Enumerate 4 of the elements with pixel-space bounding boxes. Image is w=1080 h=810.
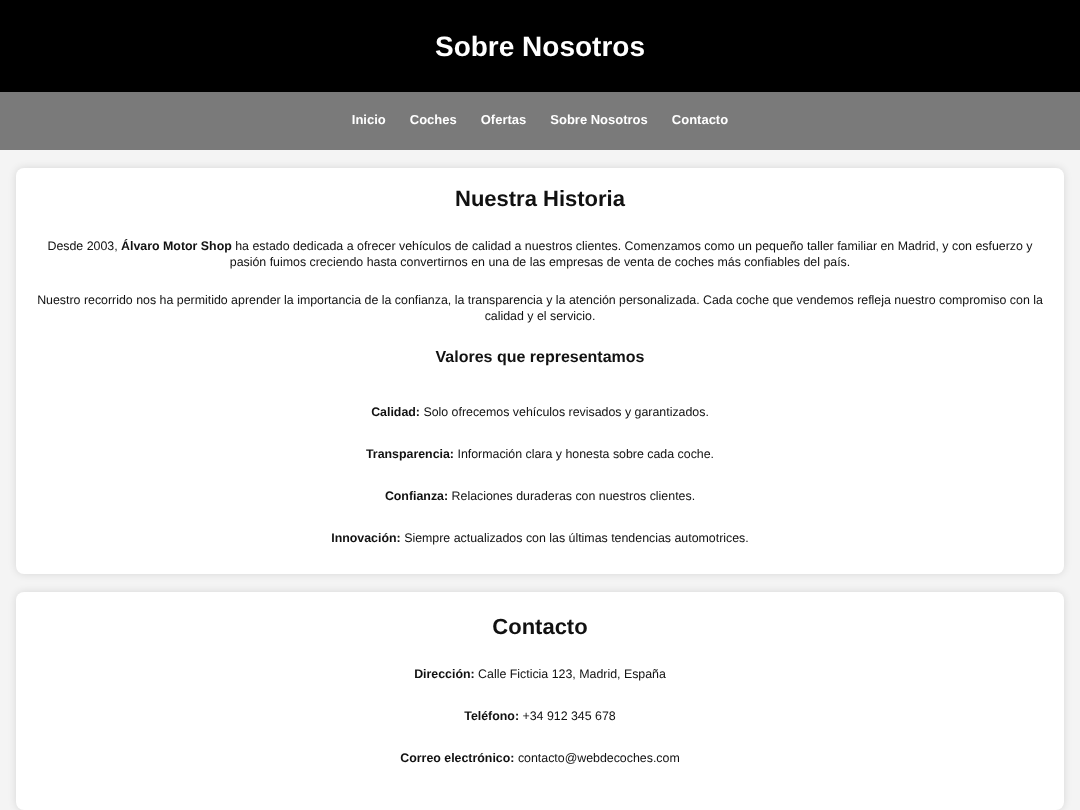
section-heading: Nuestra Historia	[453, 188, 627, 212]
subheading: Valores que representamos	[433, 348, 647, 366]
page-title: Sobre Nosotros	[434, 30, 645, 62]
section-heading: Contacto	[490, 616, 590, 640]
